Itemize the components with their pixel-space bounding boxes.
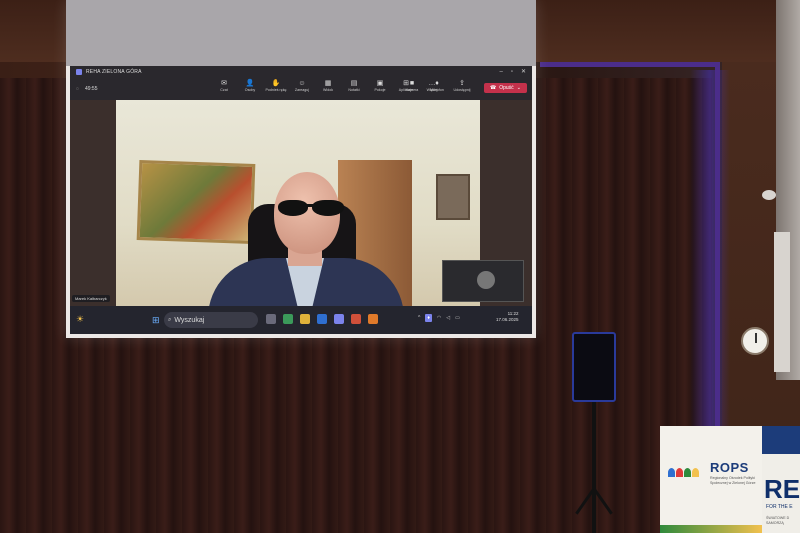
picture-frame bbox=[436, 174, 470, 220]
banner2-title: RE bbox=[764, 474, 800, 504]
teams-icon[interactable] bbox=[334, 314, 344, 324]
hand-icon: ✋ bbox=[271, 80, 281, 87]
toolbar-react-button[interactable]: ☺ Zareaguj bbox=[292, 79, 312, 92]
app-icon[interactable] bbox=[351, 314, 361, 324]
minimize-icon[interactable]: – bbox=[499, 69, 502, 75]
taskbar-clock[interactable]: 11:22 17.06.2025 bbox=[496, 311, 519, 323]
taskbar-apps bbox=[266, 314, 378, 324]
camera-icon: ■ bbox=[409, 80, 415, 87]
conference-room-photo: REHA ZIELONA GÓRA – ▫ ✕ ◌ 49:55 ✉ Czat 👤 Os… bbox=[0, 0, 800, 533]
teams-logo-icon bbox=[76, 69, 82, 75]
battery-icon[interactable]: ▭ bbox=[455, 315, 460, 321]
toolbar-label: Czat bbox=[220, 88, 228, 92]
speaker bbox=[572, 332, 616, 402]
speaker-stand bbox=[592, 402, 596, 533]
toolbar-people-button[interactable]: 👤 Osoby bbox=[240, 79, 260, 92]
search-input[interactable]: Wyszukaj bbox=[174, 317, 204, 324]
participant-video bbox=[116, 100, 480, 306]
projector-screen: REHA ZIELONA GÓRA – ▫ ✕ ◌ 49:55 ✉ Czat 👤 Os… bbox=[66, 0, 536, 338]
system-tray: ^ ♦ ◠ ◁ ▭ bbox=[418, 314, 460, 322]
banner-subtitle: Regionalny Ośrodek Polityki Społecznej w… bbox=[710, 476, 756, 485]
toolbar-label: Zareaguj bbox=[294, 88, 310, 92]
self-view-tile[interactable] bbox=[442, 260, 524, 302]
video-stage: Marek Kalbarczyk bbox=[70, 100, 532, 306]
wall-painting bbox=[136, 160, 256, 244]
mic-button[interactable]: ♦ Mikrofon bbox=[427, 79, 447, 92]
view-icon: ▦ bbox=[324, 80, 332, 87]
share-icon: ⇪ bbox=[459, 80, 465, 87]
toolbar-label: Pokoje bbox=[374, 88, 386, 92]
banner2-top bbox=[762, 426, 800, 454]
meeting-toolbar: ◌ 49:55 ✉ Czat 👤 Osoby ✋ Podnieś rękę ☺ Zareagu… bbox=[70, 78, 532, 110]
toolbar-view-button[interactable]: ▦ Widok bbox=[318, 79, 338, 92]
toolbar-label: Podnieś rękę bbox=[265, 88, 287, 92]
toolbar-label: Osoby bbox=[244, 88, 256, 92]
toolbar-rooms-button[interactable]: ▣ Pokoje bbox=[370, 79, 390, 92]
app-icon[interactable] bbox=[368, 314, 378, 324]
taskbar-date: 17.06.2025 bbox=[496, 317, 519, 322]
toolbar-hand-button[interactable]: ✋ Podnieś rękę bbox=[265, 79, 287, 92]
start-icon[interactable]: ⊞ bbox=[152, 315, 160, 326]
window-controls: – ▫ ✕ bbox=[499, 69, 526, 75]
chevron-down-icon[interactable]: ⌄ bbox=[517, 85, 521, 91]
leave-button[interactable]: ☎ Opuść ⌄ bbox=[484, 83, 527, 93]
wifi-icon[interactable]: ◠ bbox=[437, 315, 441, 321]
teams-window: REHA ZIELONA GÓRA – ▫ ✕ ◌ 49:55 ✉ Czat 👤 Os… bbox=[70, 66, 532, 306]
windows-taskbar: ☀ ⊞ ⌕ Wyszukaj ^ ♦ ◠ ◁ ▭ 11:22 17.06.202… bbox=[70, 306, 532, 334]
folder-icon[interactable] bbox=[300, 314, 310, 324]
banner-title: ROPS bbox=[710, 460, 749, 475]
app-icon[interactable] bbox=[266, 314, 276, 324]
search-icon: ⌕ bbox=[168, 316, 172, 323]
weather-icon[interactable]: ☀ bbox=[76, 314, 84, 325]
taskbar-search[interactable]: ⌕ Wyszukaj bbox=[164, 312, 258, 328]
titlebar: REHA ZIELONA GÓRA – ▫ ✕ bbox=[70, 66, 532, 78]
window-title: REHA ZIELONA GÓRA bbox=[86, 69, 142, 75]
banner-stripe bbox=[660, 525, 762, 533]
toolbar-label: Widok bbox=[323, 88, 333, 92]
microphone-icon: ♦ bbox=[435, 80, 439, 87]
rooms-icon: ▣ bbox=[376, 80, 384, 87]
security-camera bbox=[762, 190, 776, 200]
toolbar-notes-button[interactable]: ▤ Notatki bbox=[344, 79, 364, 92]
toolbar-media-controls: ■ Kamera ♦ Mikrofon ⇪ Udostępnij bbox=[402, 79, 472, 92]
camera-button[interactable]: ■ Kamera bbox=[402, 79, 422, 92]
close-icon[interactable]: ✕ bbox=[521, 69, 526, 75]
second-banner: RE FOR THE E ŚWIATOWE D SAMORZĄ bbox=[762, 426, 800, 533]
avatar bbox=[477, 271, 495, 289]
volume-icon[interactable]: ◁ bbox=[446, 315, 450, 321]
chat-icon: ✉ bbox=[221, 80, 227, 87]
app-icon[interactable] bbox=[317, 314, 327, 324]
microphone-icon[interactable]: ♦ bbox=[425, 314, 432, 322]
phone-icon: ☎ bbox=[490, 85, 497, 91]
maximize-icon[interactable]: ▫ bbox=[511, 69, 513, 75]
pillar-panel bbox=[774, 232, 790, 372]
react-icon: ☺ bbox=[298, 80, 306, 87]
shield-icon: ◌ bbox=[76, 86, 79, 92]
chevron-up-icon[interactable]: ^ bbox=[418, 315, 420, 321]
rops-banner: ROPS Regionalny Ośrodek Polityki Społecz… bbox=[660, 426, 762, 533]
participant-name-tag: Marek Kalbarczyk bbox=[72, 295, 110, 302]
notes-icon: ▤ bbox=[350, 80, 358, 87]
banner2-note: ŚWIATOWE D SAMORZĄ bbox=[766, 516, 790, 525]
meeting-timer: 49:55 bbox=[84, 86, 98, 92]
screen-top bbox=[66, 0, 536, 66]
toolbar-label: Notatki bbox=[348, 88, 360, 92]
toolbar-chat-button[interactable]: ✉ Czat bbox=[214, 79, 234, 92]
share-button[interactable]: ⇪ Udostępnij bbox=[452, 79, 472, 92]
app-icon[interactable] bbox=[283, 314, 293, 324]
banner2-subtitle: FOR THE E bbox=[766, 504, 793, 510]
sunglasses bbox=[274, 200, 348, 218]
rops-logo-icon bbox=[668, 468, 699, 477]
people-icon: 👤 bbox=[245, 80, 255, 87]
wall-clock bbox=[741, 327, 769, 355]
